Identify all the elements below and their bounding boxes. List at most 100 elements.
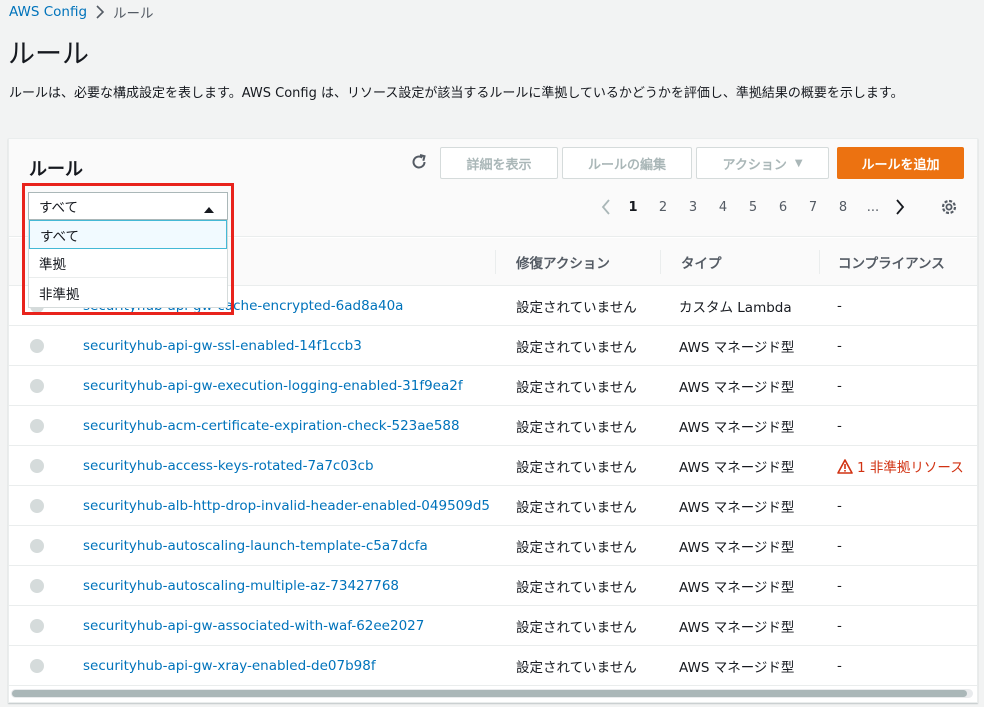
filter-option-all[interactable]: すべて <box>29 220 227 249</box>
page-title: ルール <box>8 39 89 70</box>
row-radio[interactable] <box>30 539 44 553</box>
compliance-value: - <box>837 338 842 354</box>
table-row[interactable]: securityhub-acm-certificate-expiration-c… <box>9 406 977 446</box>
filter-select[interactable]: すべて <box>28 192 228 220</box>
table-row[interactable]: securityhub-api-gw-xray-enabled-de07b98f… <box>9 646 977 686</box>
horizontal-scrollbar[interactable] <box>11 689 973 698</box>
remediation-value: 設定されていません <box>516 420 637 436</box>
remediation-value: 設定されていません <box>516 380 637 396</box>
breadcrumb-link-aws-config[interactable]: AWS Config <box>9 4 87 20</box>
page-7[interactable]: 7 <box>798 200 828 215</box>
filter-menu: すべて 準拠 非準拠 <box>28 220 228 308</box>
type-value: AWS マネージド型 <box>679 340 795 356</box>
pagination: 1 2 3 4 5 6 7 8 ... <box>594 195 912 219</box>
compliance-filter-dropdown[interactable]: すべて すべて 準拠 非準拠 <box>28 192 228 308</box>
compliance-value: - <box>837 378 842 394</box>
row-radio[interactable] <box>30 499 44 513</box>
compliance-value: - <box>837 298 842 314</box>
page-5[interactable]: 5 <box>738 200 768 215</box>
row-radio[interactable] <box>30 659 44 673</box>
compliance-value: - <box>837 498 842 514</box>
edit-rule-button[interactable]: ルールの編集 <box>562 147 692 179</box>
column-remediation[interactable]: 修復アクション <box>516 238 610 286</box>
page-6[interactable]: 6 <box>768 200 798 215</box>
table-row[interactable]: securityhub-alb-http-drop-invalid-header… <box>9 486 977 526</box>
scrollbar-thumb[interactable] <box>12 690 967 697</box>
remediation-value: 設定されていません <box>516 340 637 356</box>
rule-name-link[interactable]: securityhub-autoscaling-launch-template-… <box>83 526 428 566</box>
compliance-value: - <box>837 538 842 554</box>
actions-label: アクション <box>722 157 787 173</box>
compliance-value: - <box>837 658 842 674</box>
view-details-button[interactable]: 詳細を表示 <box>440 147 558 179</box>
row-radio[interactable] <box>30 419 44 433</box>
rule-name-link[interactable]: securityhub-api-gw-ssl-enabled-14f1ccb3 <box>83 326 362 366</box>
remediation-value: 設定されていません <box>516 580 637 596</box>
column-divider <box>495 250 496 274</box>
breadcrumb: AWS Config ルール <box>9 2 154 22</box>
gear-icon[interactable] <box>939 197 959 217</box>
row-radio[interactable] <box>30 619 44 633</box>
chevron-right-icon <box>95 5 105 19</box>
compliance-value: - <box>837 578 842 594</box>
column-compliance[interactable]: コンプライアンス <box>838 238 945 286</box>
panel-title: ルール <box>29 159 83 180</box>
table-row[interactable]: securityhub-autoscaling-multiple-az-7342… <box>9 566 977 606</box>
prev-page-icon[interactable] <box>594 199 618 215</box>
rule-name-link[interactable]: securityhub-access-keys-rotated-7a7c03cb <box>83 446 374 486</box>
row-radio[interactable] <box>30 379 44 393</box>
page-8[interactable]: 8 <box>828 200 858 215</box>
page-description: ルールは、必要な構成設定を表します。AWS Config は、リソース設定が該当… <box>9 86 904 101</box>
compliance-value: 1 非準拠リソース <box>857 460 964 476</box>
row-radio[interactable] <box>30 339 44 353</box>
next-page-icon[interactable] <box>888 199 912 215</box>
row-radio[interactable] <box>30 579 44 593</box>
add-rule-button[interactable]: ルールを追加 <box>837 147 964 179</box>
page-1[interactable]: 1 <box>618 200 648 215</box>
filter-selected-value: すべて <box>39 200 79 216</box>
page-ellipsis: ... <box>866 199 880 215</box>
filter-option-noncompliant[interactable]: 非準拠 <box>29 278 227 307</box>
column-divider <box>660 250 661 274</box>
type-value: AWS マネージド型 <box>679 380 795 396</box>
table-row[interactable]: securityhub-api-gw-ssl-enabled-14f1ccb3 … <box>9 326 977 366</box>
column-divider <box>819 250 820 274</box>
filter-option-compliant[interactable]: 準拠 <box>29 249 227 278</box>
compliance-value: - <box>837 418 842 434</box>
noncompliant-link[interactable]: 1 非準拠リソース <box>837 446 964 486</box>
warning-icon <box>837 458 853 474</box>
rule-name-link[interactable]: securityhub-acm-certificate-expiration-c… <box>83 406 460 446</box>
type-value: カスタム Lambda <box>679 300 792 316</box>
column-type[interactable]: タイプ <box>681 238 722 286</box>
actions-button[interactable]: アクション ▼ <box>696 147 829 179</box>
breadcrumb-current: ルール <box>113 6 154 22</box>
rule-name-link[interactable]: securityhub-autoscaling-multiple-az-7342… <box>83 566 399 606</box>
type-value: AWS マネージド型 <box>679 420 795 436</box>
rule-name-link[interactable]: securityhub-api-gw-associated-with-waf-6… <box>83 606 424 646</box>
type-value: AWS マネージド型 <box>679 500 795 516</box>
table-row[interactable]: securityhub-api-gw-execution-logging-ena… <box>9 366 977 406</box>
remediation-value: 設定されていません <box>516 620 637 636</box>
refresh-icon <box>412 154 426 169</box>
type-value: AWS マネージド型 <box>679 580 795 596</box>
caret-up-icon <box>203 202 215 218</box>
refresh-button[interactable] <box>408 151 430 173</box>
remediation-value: 設定されていません <box>516 460 637 476</box>
page-2[interactable]: 2 <box>648 200 678 215</box>
table-row[interactable]: securityhub-api-gw-associated-with-waf-6… <box>9 606 977 646</box>
type-value: AWS マネージド型 <box>679 540 795 556</box>
type-value: AWS マネージド型 <box>679 660 795 676</box>
rule-name-link[interactable]: securityhub-api-gw-execution-logging-ena… <box>83 366 463 406</box>
remediation-value: 設定されていません <box>516 300 637 316</box>
page-3[interactable]: 3 <box>678 200 708 215</box>
page-4[interactable]: 4 <box>708 200 738 215</box>
rule-name-link[interactable]: securityhub-api-gw-xray-enabled-de07b98f <box>83 646 376 686</box>
table-row[interactable]: securityhub-autoscaling-launch-template-… <box>9 526 977 566</box>
rule-name-link[interactable]: securityhub-alb-http-drop-invalid-header… <box>83 486 490 526</box>
caret-down-icon: ▼ <box>794 157 803 169</box>
row-radio[interactable] <box>30 459 44 473</box>
table-row[interactable]: securityhub-access-keys-rotated-7a7c03cb… <box>9 446 977 486</box>
type-value: AWS マネージド型 <box>679 620 795 636</box>
remediation-value: 設定されていません <box>516 540 637 556</box>
remediation-value: 設定されていません <box>516 660 637 676</box>
